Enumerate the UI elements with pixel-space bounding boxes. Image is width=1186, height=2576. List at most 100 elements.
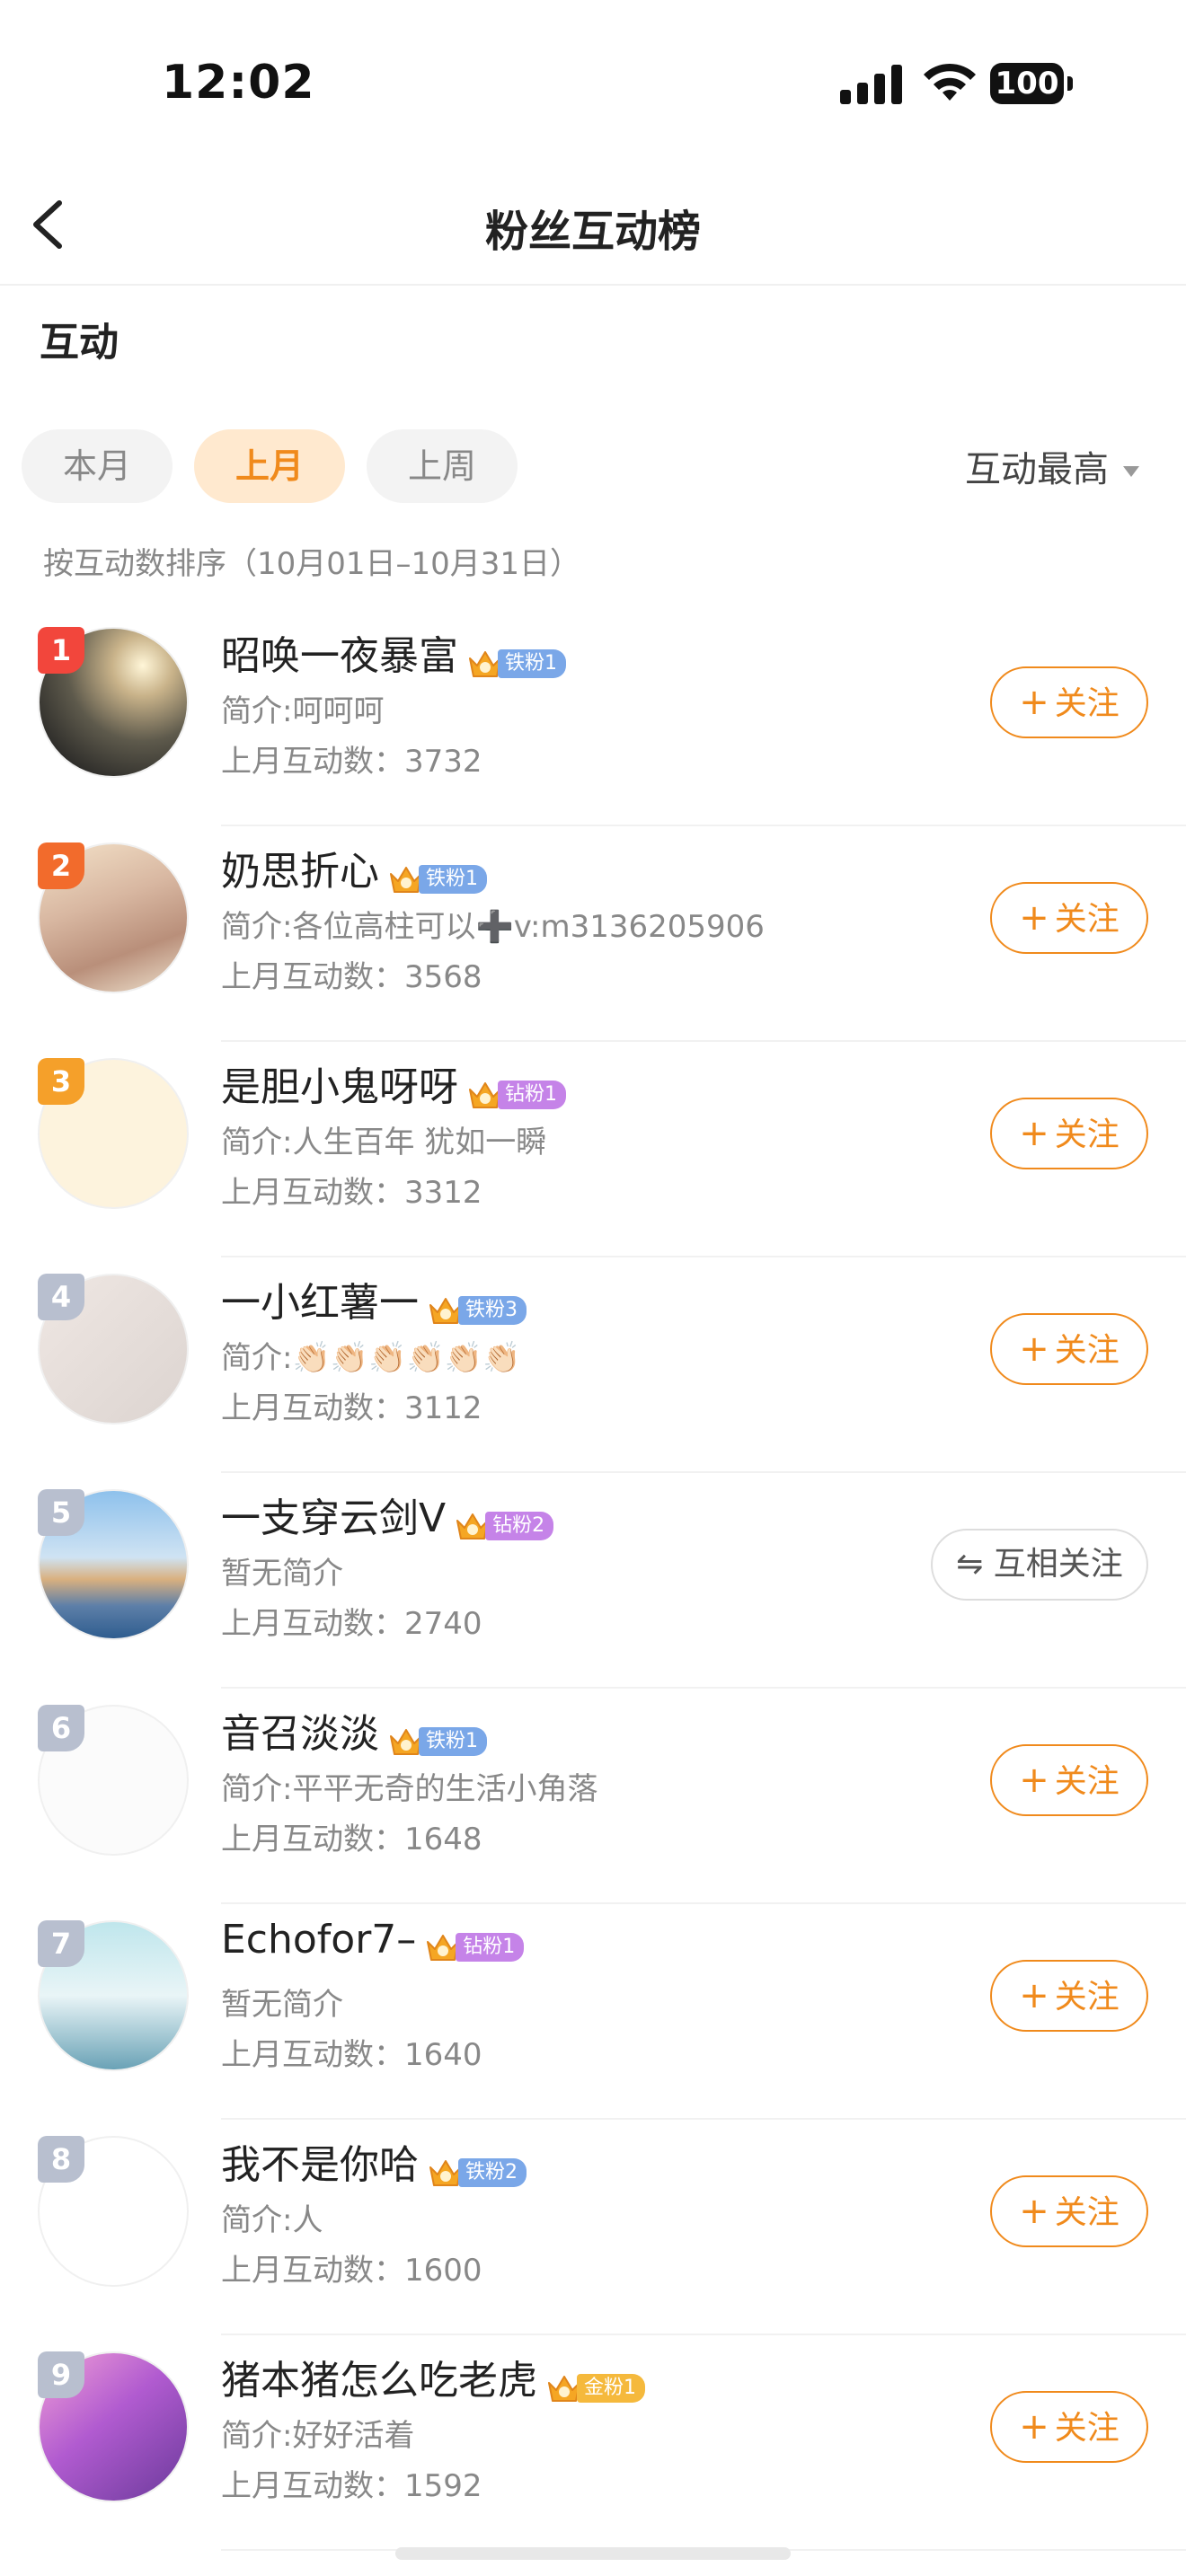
wifi-icon [924,63,976,101]
fan-level-label: 钻粉1 [498,1081,566,1109]
fan-row[interactable]: 1 昭唤一夜暴富 铁粉1 简介:呵呵呵 上月互动数：3732 + 关注 [0,611,1186,826]
interaction-count: 上月互动数：3112 [221,1390,482,1426]
interaction-count: 上月互动数：3732 [221,744,482,780]
rank-badge: 4 [38,1274,84,1320]
follow-label: 关注 [1054,685,1120,722]
fan-bio: 简介:各位高柱可以➕v:m3136205906 [221,909,765,945]
rank-badge: 1 [38,627,84,674]
fan-row[interactable]: 3 是胆小鬼呀呀 钻粉1 简介:人生百年 犹如一瞬 上月互动数：3312 + 关注 [0,1042,1186,1257]
fan-name-line: 一支穿云剑V 钻粉2 [221,1486,554,1543]
plus-icon: + [1019,1760,1049,1801]
tab-this-month[interactable]: 本月 [22,429,173,503]
page-title: 粉丝互动榜 [484,207,701,257]
tab-last-month[interactable]: 上月 [194,429,345,503]
fan-name-line: 奶思折心 铁粉1 [221,839,487,896]
plus-icon: + [1019,1328,1049,1370]
interaction-count: 上月互动数：3568 [221,959,482,995]
plus-icon: + [1019,1975,1049,2016]
follow-button[interactable]: + 关注 [990,1098,1148,1169]
follow-label: 关注 [1054,1116,1120,1153]
fan-name[interactable]: 我不是你哈 [221,2142,419,2188]
fan-bio: 简介:平平无奇的生活小角落 [221,1771,598,1807]
follow-label: 关注 [1054,1332,1120,1369]
fan-row[interactable]: 2 奶思折心 铁粉1 简介:各位高柱可以➕v:m3136205906 上月互动数：… [0,826,1186,1042]
fan-level-badge: 铁粉2 [428,2148,527,2187]
follow-button[interactable]: + 关注 [990,1313,1148,1385]
fan-name-line: 猪本猪怎么吃老虎 金粉1 [221,2348,645,2405]
fan-name[interactable]: 一小红薯一 [221,1280,419,1326]
home-indicator [395,2547,791,2560]
fan-bio: 简介:呵呵呵 [221,693,385,729]
fan-bio: 简介:好好活着 [221,2418,415,2454]
fan-level-label: 铁粉1 [419,1727,487,1756]
rank-badge: 7 [38,1920,84,1967]
fan-name-line: 昭唤一夜暴富 铁粉1 [221,623,566,681]
fan-name[interactable]: 一支穿云剑V [221,1495,446,1541]
fan-level-label: 金粉1 [577,2374,645,2403]
fan-row[interactable]: 5 一支穿云剑V 钻粉2 暂无简介 上月互动数：2740 ⇋ 互相关注 [0,1473,1186,1689]
fan-name[interactable]: 音召淡淡 [221,1711,379,1757]
tab-last-week[interactable]: 上周 [367,429,518,503]
rank-badge: 8 [38,2136,84,2183]
interaction-count: 上月互动数：1592 [221,2468,482,2504]
interaction-count: 上月互动数：2740 [221,1606,482,1642]
section-title: 互动 [40,320,119,366]
fan-name[interactable]: 是胆小鬼呀呀 [221,1064,458,1110]
interaction-count: 上月互动数：1648 [221,1822,482,1857]
fan-level-label: 钻粉1 [456,1933,525,1962]
fan-level-badge: 铁粉1 [388,1716,487,1756]
rank-badge: 2 [38,842,84,889]
fan-level-badge: 铁粉1 [467,639,566,678]
battery-level: 100 [990,63,1064,104]
fan-level-label: 铁粉1 [498,649,566,678]
fan-bio: 简介:👏🏻👏🏻👏🏻👏🏻👏🏻👏🏻 [221,1340,521,1376]
plus-icon: + [1019,897,1049,939]
interaction-count: 上月互动数：3312 [221,1175,482,1211]
follow-label: 关注 [1054,1763,1120,1800]
follow-button[interactable]: + 关注 [990,2175,1148,2247]
fan-name[interactable]: 猪本猪怎么吃老虎 [221,2358,537,2404]
fan-row[interactable]: 9 猪本猪怎么吃老虎 金粉1 简介:好好活着 上月互动数：1592 + 关注 [0,2335,1186,2551]
follow-label: 关注 [1054,2194,1120,2231]
mutual-follow-button[interactable]: ⇋ 互相关注 [931,1529,1148,1601]
fan-level-badge: 钻粉1 [467,1070,566,1109]
rank-badge: 6 [38,1705,84,1751]
follow-button[interactable]: + 关注 [990,1960,1148,2032]
fan-name[interactable]: Echofor7– [221,1917,416,1963]
interaction-count: 上月互动数：1640 [221,2037,482,2073]
nav-bar: 粉丝互动榜 [0,162,1186,286]
fan-bio: 暂无简介 [221,1556,343,1592]
fan-level-label: 铁粉3 [458,1296,527,1325]
follow-button[interactable]: + 关注 [990,882,1148,954]
follow-label: 关注 [1054,901,1120,938]
follow-button[interactable]: + 关注 [990,666,1148,738]
fan-level-badge: 钻粉1 [425,1922,525,1962]
fan-row[interactable]: 8 我不是你哈 铁粉2 简介:人 上月互动数：1600 + 关注 [0,2120,1186,2335]
follow-button[interactable]: + 关注 [990,1744,1148,1816]
follow-button[interactable]: + 关注 [990,2391,1148,2463]
fan-name-line: Echofor7– 钻粉1 [221,1917,525,1963]
fan-name-line: 音召淡淡 铁粉1 [221,1701,487,1759]
follow-label: 关注 [1054,2410,1120,2447]
plus-icon: + [1019,2406,1049,2448]
cellular-signal-icon [840,65,902,104]
fan-level-badge: 铁粉3 [428,1285,527,1325]
fan-level-label: 钻粉2 [485,1512,554,1540]
plus-icon: + [1019,2191,1049,2232]
fan-level-badge: 铁粉1 [388,854,487,894]
fan-name[interactable]: 昭唤一夜暴富 [221,633,458,679]
fan-level-badge: 钻粉2 [455,1501,554,1540]
sort-dropdown[interactable]: 互动最高 [965,440,1139,492]
battery-icon: 100 [990,63,1073,106]
sort-label: 互动最高 [965,449,1109,490]
fan-name[interactable]: 奶思折心 [221,849,379,895]
fan-level-label: 铁粉2 [458,2158,527,2187]
fan-list: 1 昭唤一夜暴富 铁粉1 简介:呵呵呵 上月互动数：3732 + 关注 2 奶思折心… [0,611,1186,2551]
fan-name-line: 一小红薯一 铁粉3 [221,1270,527,1328]
fan-row[interactable]: 6 音召淡淡 铁粉1 简介:平平无奇的生活小角落 上月互动数：1648 + 关注 [0,1689,1186,1904]
fan-row[interactable]: 4 一小红薯一 铁粉3 简介:👏🏻👏🏻👏🏻👏🏻👏🏻👏🏻 上月互动数：3112 + 关… [0,1257,1186,1473]
fan-level-badge: 金粉1 [546,2363,645,2403]
rank-badge: 5 [38,1489,84,1536]
fan-row[interactable]: 7 Echofor7– 钻粉1 暂无简介 上月互动数：1640 + 关注 [0,1904,1186,2120]
follow-label: 关注 [1054,1979,1120,2016]
